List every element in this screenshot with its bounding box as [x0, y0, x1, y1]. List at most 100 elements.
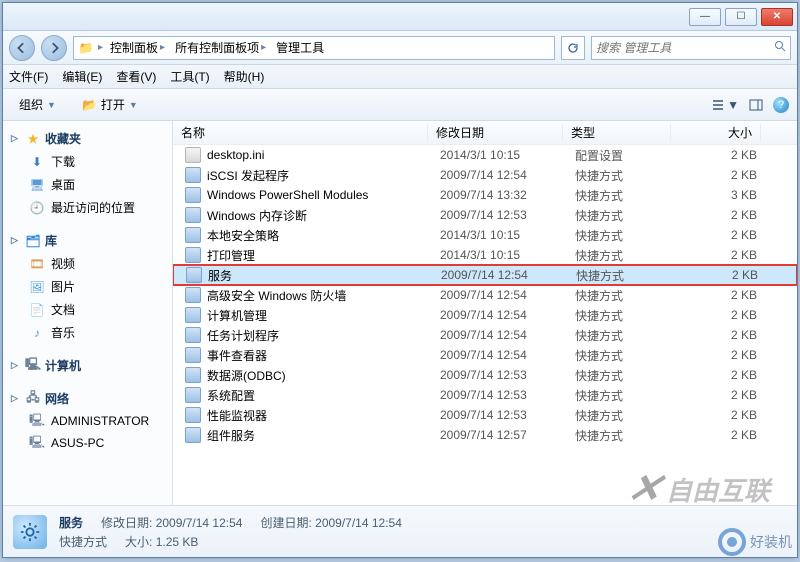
file-date: 2009/7/14 12:54: [432, 168, 567, 182]
file-row[interactable]: Windows PowerShell Modules2009/7/14 13:3…: [173, 185, 797, 205]
file-size: 3 KB: [675, 188, 765, 202]
file-size: 2 KB: [675, 288, 765, 302]
sidebar-item-network-pc-0[interactable]: 🖳ADMINISTRATOR: [3, 410, 172, 432]
document-icon: 📄: [29, 302, 45, 318]
file-row[interactable]: 服务2009/7/14 12:54快捷方式2 KB: [173, 265, 797, 285]
sidebar-item-downloads[interactable]: ⬇下载: [3, 150, 172, 173]
file-row[interactable]: 数据源(ODBC)2009/7/14 12:53快捷方式2 KB: [173, 365, 797, 385]
video-icon: 🎞: [29, 256, 45, 272]
sidebar-libraries-head[interactable]: ▷🗂库: [3, 229, 172, 252]
forward-button[interactable]: [41, 35, 67, 61]
music-icon: ♪: [29, 325, 45, 341]
menu-edit[interactable]: 编辑(E): [62, 68, 102, 85]
file-date: 2014/3/1 10:15: [432, 248, 567, 262]
minimize-icon: —: [700, 11, 710, 22]
minimize-button[interactable]: —: [689, 8, 721, 26]
file-row[interactable]: 任务计划程序2009/7/14 12:54快捷方式2 KB: [173, 325, 797, 345]
col-name[interactable]: 名称: [173, 124, 428, 141]
breadcrumb-1[interactable]: 所有控制面板项▸: [172, 38, 269, 57]
file-row[interactable]: Windows 内存诊断2009/7/14 12:53快捷方式2 KB: [173, 205, 797, 225]
file-icon: [185, 147, 201, 163]
open-button[interactable]: 📂打开 ▼: [74, 93, 146, 116]
file-row[interactable]: 事件查看器2009/7/14 12:54快捷方式2 KB: [173, 345, 797, 365]
file-list-pane: 名称 修改日期 类型 大小 desktop.ini2014/3/1 10:15配…: [173, 121, 797, 505]
organize-button[interactable]: 组织 ▼: [11, 93, 64, 116]
file-size: 2 KB: [675, 228, 765, 242]
file-row[interactable]: iSCSI 发起程序2009/7/14 12:54快捷方式2 KB: [173, 165, 797, 185]
address-bar[interactable]: 📁 ▸ 控制面板▸ 所有控制面板项▸ 管理工具: [73, 36, 555, 60]
file-name-label: Windows PowerShell Modules: [207, 188, 368, 202]
refresh-button[interactable]: [561, 36, 585, 60]
pc-icon: 🖳: [29, 435, 45, 451]
file-date: 2009/7/14 12:54: [432, 288, 567, 302]
pc-icon: 🖳: [29, 413, 45, 429]
column-headers: 名称 修改日期 类型 大小: [173, 121, 797, 145]
back-button[interactable]: [9, 35, 35, 61]
sidebar-item-videos[interactable]: 🎞视频: [3, 252, 172, 275]
sidebar-item-network-pc-1[interactable]: 🖳ASUS-PC: [3, 432, 172, 454]
file-row[interactable]: 计算机管理2009/7/14 12:54快捷方式2 KB: [173, 305, 797, 325]
search-input[interactable]: [596, 41, 774, 55]
file-icon: [185, 347, 201, 363]
file-row[interactable]: desktop.ini2014/3/1 10:15配置设置2 KB: [173, 145, 797, 165]
download-icon: ⬇: [29, 154, 45, 170]
chevron-down-icon: ▼: [47, 100, 56, 110]
file-type: 快捷方式: [567, 307, 675, 324]
file-row[interactable]: 本地安全策略2014/3/1 10:15快捷方式2 KB: [173, 225, 797, 245]
nav-row: 📁 ▸ 控制面板▸ 所有控制面板项▸ 管理工具: [3, 31, 797, 65]
search-box[interactable]: [591, 36, 791, 60]
sidebar-item-documents[interactable]: 📄文档: [3, 298, 172, 321]
file-size: 2 KB: [675, 248, 765, 262]
maximize-icon: ☐: [737, 11, 746, 22]
sidebar-item-recent[interactable]: 🕘最近访问的位置: [3, 196, 172, 219]
file-size: 2 KB: [675, 208, 765, 222]
file-row[interactable]: 打印管理2014/3/1 10:15快捷方式2 KB: [173, 245, 797, 265]
sidebar-item-pictures[interactable]: 🖼图片: [3, 275, 172, 298]
body-split: ▷★收藏夹 ⬇下载 🖥桌面 🕘最近访问的位置 ▷🗂库 🎞视频 🖼图片 📄文档 ♪…: [3, 121, 797, 505]
file-row[interactable]: 性能监视器2009/7/14 12:53快捷方式2 KB: [173, 405, 797, 425]
col-date[interactable]: 修改日期: [428, 124, 563, 141]
preview-pane-button[interactable]: [749, 98, 763, 112]
menu-view[interactable]: 查看(V): [116, 68, 156, 85]
file-icon: [185, 307, 201, 323]
menu-file[interactable]: 文件(F): [9, 68, 48, 85]
view-options-button[interactable]: ▼: [711, 98, 739, 112]
file-row[interactable]: 组件服务2009/7/14 12:57快捷方式2 KB: [173, 425, 797, 445]
file-size: 2 KB: [675, 388, 765, 402]
menu-bar: 文件(F) 编辑(E) 查看(V) 工具(T) 帮助(H): [3, 65, 797, 89]
file-icon: [185, 167, 201, 183]
file-size: 2 KB: [675, 408, 765, 422]
col-type[interactable]: 类型: [563, 124, 671, 141]
sidebar-network-head[interactable]: ▷🖧网络: [3, 387, 172, 410]
file-date: 2014/3/1 10:15: [432, 228, 567, 242]
breadcrumb-2[interactable]: 管理工具: [273, 38, 327, 57]
explorer-window: — ☐ ✕ 📁 ▸ 控制面板▸ 所有控制面板项▸ 管理工具 文件(F) 编辑: [2, 2, 798, 558]
file-date: 2009/7/14 12:57: [432, 428, 567, 442]
sidebar-computer-head[interactable]: ▷🖳计算机: [3, 354, 172, 377]
maximize-button[interactable]: ☐: [725, 8, 757, 26]
file-type: 快捷方式: [567, 367, 675, 384]
close-button[interactable]: ✕: [761, 8, 793, 26]
menu-help[interactable]: 帮助(H): [224, 68, 265, 85]
file-name-label: 计算机管理: [207, 307, 267, 324]
file-date: 2009/7/14 12:54: [433, 268, 568, 282]
help-button[interactable]: ?: [773, 97, 789, 113]
file-icon: [185, 407, 201, 423]
sidebar-item-desktop[interactable]: 🖥桌面: [3, 173, 172, 196]
file-row[interactable]: 系统配置2009/7/14 12:53快捷方式2 KB: [173, 385, 797, 405]
sidebar-item-music[interactable]: ♪音乐: [3, 321, 172, 344]
file-icon: [185, 227, 201, 243]
menu-tools[interactable]: 工具(T): [170, 68, 209, 85]
file-type: 快捷方式: [567, 347, 675, 364]
sidebar-favorites-head[interactable]: ▷★收藏夹: [3, 127, 172, 150]
file-name-label: iSCSI 发起程序: [207, 167, 289, 184]
forward-arrow-icon: [48, 42, 60, 54]
file-icon: [185, 327, 201, 343]
chevron-right-icon: ▸: [98, 42, 103, 53]
col-size[interactable]: 大小: [671, 124, 761, 141]
file-icon: [186, 267, 202, 283]
search-icon: [774, 39, 786, 57]
file-row[interactable]: 高级安全 Windows 防火墙2009/7/14 12:54快捷方式2 KB: [173, 285, 797, 305]
collapse-triangle-icon: ▷: [11, 133, 21, 144]
breadcrumb-0[interactable]: 控制面板▸: [107, 38, 168, 57]
